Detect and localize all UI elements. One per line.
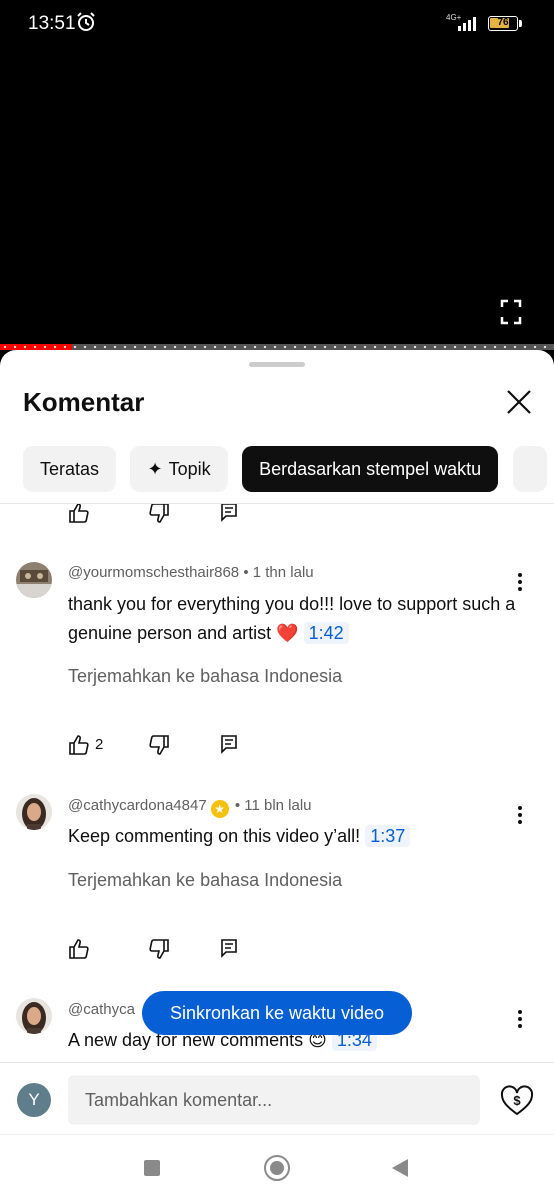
comment-time: 11 bln lalu bbox=[244, 797, 312, 814]
dislike-icon[interactable] bbox=[148, 504, 170, 529]
timestamp-link[interactable]: 1:42 bbox=[303, 622, 349, 644]
alarm-icon bbox=[76, 12, 96, 37]
creator-badge-icon: ★ bbox=[210, 800, 229, 818]
comment-meta: @cathycardona4847 ★ • 11 bln lalu bbox=[68, 797, 312, 818]
avatar[interactable] bbox=[16, 562, 52, 598]
like-icon[interactable] bbox=[68, 938, 90, 965]
comment-text: thank you for everything you do!!! love … bbox=[68, 590, 518, 648]
comment-meta: @yourmomschesthair868 • 1 thn lalu bbox=[68, 564, 314, 581]
video-player[interactable] bbox=[0, 48, 554, 348]
avatar[interactable] bbox=[16, 794, 52, 830]
like-icon[interactable] bbox=[68, 504, 90, 529]
status-time: 13:51 bbox=[28, 13, 76, 34]
battery-cap bbox=[519, 20, 522, 27]
chip-teratas[interactable]: Teratas bbox=[23, 446, 117, 492]
drag-handle[interactable] bbox=[249, 362, 305, 367]
like-count: 2 bbox=[95, 736, 104, 753]
panel-title: Komentar bbox=[23, 387, 145, 417]
dislike-icon[interactable] bbox=[148, 938, 170, 965]
dislike-icon[interactable] bbox=[148, 734, 170, 761]
close-icon[interactable] bbox=[505, 388, 533, 416]
comment-author[interactable]: @yourmomschesthair868 bbox=[68, 564, 239, 581]
avatar[interactable] bbox=[16, 998, 52, 1034]
battery-level: 76 bbox=[497, 17, 509, 28]
comment-text: Keep commenting on this video y’all! 1:3… bbox=[68, 822, 518, 851]
recents-icon[interactable] bbox=[144, 1160, 160, 1176]
comments-sheet: Komentar Teratas ✦ Topik Berdasarkan stem… bbox=[0, 350, 554, 1200]
battery-icon: 76 bbox=[488, 16, 518, 31]
comment-input-bar: Y Tambahkan komentar... $ bbox=[0, 1062, 554, 1136]
user-avatar[interactable]: Y bbox=[17, 1083, 51, 1117]
chip-label: Topik bbox=[168, 459, 211, 479]
chip-more[interactable] bbox=[512, 446, 547, 492]
reply-icon[interactable] bbox=[220, 504, 238, 527]
comment-meta: @cathyca bbox=[68, 1001, 135, 1018]
timestamp-link[interactable]: 1:37 bbox=[365, 825, 411, 847]
chip-label: Berdasarkan stempel waktu bbox=[259, 459, 482, 479]
translate-link[interactable]: Terjemahkan ke bahasa Indonesia bbox=[68, 666, 342, 687]
home-icon[interactable] bbox=[264, 1155, 290, 1181]
sort-chips: Teratas ✦ Topik Berdasarkan stempel waktu bbox=[23, 446, 554, 492]
comment-author[interactable]: @cathyca bbox=[68, 1001, 135, 1018]
chip-topik[interactable]: ✦ Topik bbox=[130, 446, 228, 492]
comment-body: Keep commenting on this video y’all! bbox=[68, 826, 361, 846]
comment-body: thank you for everything you do!!! love … bbox=[68, 594, 516, 643]
fullscreen-icon[interactable] bbox=[500, 299, 522, 330]
reply-icon[interactable] bbox=[220, 938, 238, 963]
comment-input[interactable]: Tambahkan komentar... bbox=[68, 1075, 480, 1125]
sparkle-icon: ✦ bbox=[147, 459, 163, 479]
chip-label: Teratas bbox=[40, 459, 100, 479]
back-icon[interactable] bbox=[392, 1159, 408, 1177]
svg-text:$: $ bbox=[513, 1093, 521, 1108]
sync-to-video-button[interactable]: Sinkronkan ke waktu video bbox=[142, 991, 412, 1035]
system-nav-bar bbox=[0, 1134, 554, 1200]
comment-time: 1 thn lalu bbox=[252, 564, 314, 581]
comment-markers bbox=[0, 346, 554, 348]
reply-icon[interactable] bbox=[220, 734, 238, 759]
like-icon[interactable] bbox=[68, 734, 90, 761]
signal-icon bbox=[458, 15, 480, 36]
meta-separator: • bbox=[234, 797, 245, 814]
status-bar: 13:51 4G+ 76 bbox=[0, 0, 554, 48]
thanks-icon[interactable]: $ bbox=[500, 1085, 534, 1122]
chip-timestamp[interactable]: Berdasarkan stempel waktu bbox=[242, 446, 499, 492]
comment-author[interactable]: @cathycardona4847 bbox=[68, 797, 207, 814]
comments-list[interactable]: @yourmomschesthair868 • 1 thn lalu thank… bbox=[0, 504, 554, 1062]
meta-separator: • bbox=[243, 564, 253, 581]
translate-link[interactable]: Terjemahkan ke bahasa Indonesia bbox=[68, 870, 342, 891]
